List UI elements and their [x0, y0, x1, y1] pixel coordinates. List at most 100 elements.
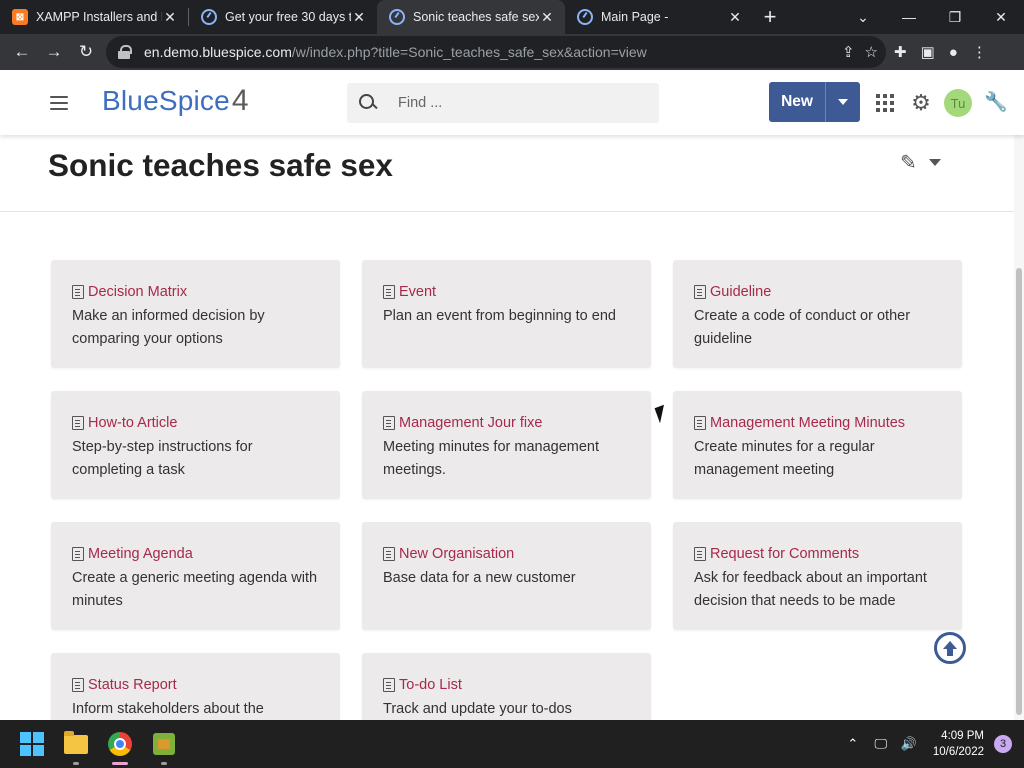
page-scrollbar[interactable] — [1014, 135, 1024, 720]
edit-menu-caret-icon[interactable] — [928, 159, 941, 166]
notification-badge[interactable]: 3 — [994, 735, 1012, 753]
document-icon — [383, 547, 395, 561]
card-title-link[interactable]: Decision Matrix — [88, 283, 187, 301]
bluespice-logo[interactable]: BlueSpice4 — [102, 84, 249, 118]
side-panel-icon[interactable]: ▣ — [921, 43, 935, 61]
card-title-link[interactable]: Guideline — [710, 283, 771, 301]
browser-tab-free-trial[interactable]: Get your free 30 days t ✕ — [189, 0, 377, 34]
windows-taskbar: ⌃ 🖵 🔊 4:09 PM 10/6/2022 3 — [0, 720, 1024, 768]
card-description: Track and update your to-dos — [383, 701, 572, 717]
clock-date: 10/6/2022 — [932, 746, 984, 758]
logo-text: BlueSpice — [102, 85, 230, 116]
tab-title: Sonic teaches safe sex — [413, 10, 539, 24]
card-title-link[interactable]: Request for Comments — [710, 545, 859, 563]
card-title-link[interactable]: Management Jour fixe — [399, 414, 542, 432]
gear-icon[interactable]: ⚙ — [910, 92, 932, 114]
volume-icon[interactable]: 🔊 — [897, 736, 921, 752]
address-url[interactable]: en.demo.bluespice.com/w/index.php?title=… — [144, 44, 647, 60]
url-path: /w/index.php?title=Sonic_teaches_safe_se… — [291, 44, 647, 60]
template-card[interactable]: To-do List Track and update your to-dos — [362, 653, 651, 720]
edit-pencil-icon[interactable]: ✎ — [900, 150, 917, 175]
template-card[interactable]: Meeting Agenda Create a generic meeting … — [51, 522, 340, 630]
document-icon — [694, 416, 706, 430]
template-card[interactable]: Request for Comments Ask for feedback ab… — [673, 522, 962, 630]
close-icon[interactable]: ✕ — [162, 9, 178, 26]
document-icon — [72, 547, 84, 561]
address-bar[interactable]: en.demo.bluespice.com/w/index.php?title=… — [106, 36, 886, 68]
card-title-link[interactable]: New Organisation — [399, 545, 514, 563]
hamburger-menu-icon[interactable] — [50, 96, 68, 110]
close-icon[interactable]: ✕ — [727, 9, 743, 26]
back-to-top-arrow-icon[interactable] — [934, 632, 966, 664]
browser-tab-sonic[interactable]: Sonic teaches safe sex ✕ — [377, 0, 565, 34]
document-icon — [694, 547, 706, 561]
network-icon[interactable]: 🖵 — [869, 736, 893, 752]
card-title-link[interactable]: Status Report — [88, 676, 177, 694]
reload-icon[interactable]: ↻ — [70, 36, 102, 68]
template-card[interactable]: Guideline Create a code of conduct or ot… — [673, 260, 962, 368]
template-card[interactable]: Status Report Inform stakeholders about … — [51, 653, 340, 720]
app-header: BlueSpice4 New ⚙ Tu 🔧 — [0, 70, 1024, 135]
card-title-link[interactable]: How-to Article — [88, 414, 177, 432]
document-icon — [72, 678, 84, 692]
browser-menu-icon[interactable]: ⋮ — [972, 43, 987, 61]
template-card[interactable]: Management Jour fixe Meeting minutes for… — [362, 391, 651, 499]
active-indicator — [112, 762, 128, 765]
card-description: Step-by-step instructions for completing… — [72, 439, 253, 478]
back-arrow-icon[interactable]: ← — [6, 36, 38, 68]
close-icon[interactable]: ✕ — [539, 9, 555, 26]
xampp-control-icon[interactable] — [142, 720, 186, 768]
browser-toolbar: ← → ↻ en.demo.bluespice.com/w/index.php?… — [0, 34, 1024, 70]
running-indicator — [73, 762, 79, 765]
taskbar-clock[interactable]: 4:09 PM 10/6/2022 — [933, 728, 984, 760]
bookmark-star-icon[interactable]: ☆ — [865, 43, 878, 61]
card-title-link[interactable]: Event — [399, 283, 436, 301]
template-card[interactable]: Decision Matrix Make an informed decisio… — [51, 260, 340, 368]
bluespice-icon — [201, 9, 217, 25]
restore-icon[interactable]: ❐ — [932, 0, 978, 34]
wrench-icon[interactable]: 🔧 — [984, 92, 1008, 114]
profile-icon[interactable]: ● — [949, 44, 958, 61]
windows-start-icon[interactable] — [10, 720, 54, 768]
template-card[interactable]: Management Meeting Minutes Create minute… — [673, 391, 962, 499]
bluespice-icon — [577, 9, 593, 25]
minimize-icon[interactable]: — — [886, 0, 932, 34]
card-description: Ask for feedback about an important deci… — [694, 570, 927, 609]
template-card[interactable]: How-to Article Step-by-step instructions… — [51, 391, 340, 499]
tab-search-chevron-icon[interactable]: ⌄ — [840, 0, 886, 34]
new-dropdown-caret-icon[interactable] — [826, 82, 860, 122]
title-divider — [0, 211, 1014, 212]
running-indicator — [161, 762, 167, 765]
share-icon[interactable]: ⇪ — [842, 43, 855, 61]
lock-icon[interactable] — [118, 45, 132, 59]
new-tab-button[interactable]: + — [753, 0, 787, 34]
card-description: Create a generic meeting agenda with min… — [72, 570, 318, 609]
browser-tab-main-page[interactable]: Main Page - ✕ — [565, 0, 753, 34]
forward-arrow-icon[interactable]: → — [38, 36, 70, 68]
file-explorer-icon[interactable] — [54, 720, 98, 768]
window-close-icon[interactable]: ✕ — [978, 0, 1024, 34]
card-title-link[interactable]: Meeting Agenda — [88, 545, 193, 563]
search-icon[interactable] — [359, 94, 377, 112]
card-title-link[interactable]: To-do List — [399, 676, 462, 694]
template-card[interactable]: Event Plan an event from beginning to en… — [362, 260, 651, 368]
search-box[interactable] — [347, 83, 659, 123]
template-card[interactable]: New Organisation Base data for a new cus… — [362, 522, 651, 630]
new-button[interactable]: New — [769, 82, 826, 122]
card-title-link[interactable]: Management Meeting Minutes — [710, 414, 905, 432]
card-description: Create a code of conduct or other guidel… — [694, 308, 911, 347]
new-button-group: New — [769, 82, 860, 122]
browser-tab-xampp[interactable]: ⊠ XAMPP Installers and D ✕ — [0, 0, 188, 34]
scrollbar-thumb[interactable] — [1016, 268, 1022, 715]
document-icon — [72, 285, 84, 299]
chrome-icon[interactable] — [98, 720, 142, 768]
card-description: Base data for a new customer — [383, 570, 576, 586]
chevron-up-icon[interactable]: ⌃ — [841, 736, 865, 752]
extensions-puzzle-icon[interactable]: ✚ — [894, 43, 907, 61]
user-avatar[interactable]: Tu — [944, 89, 972, 117]
card-description: Inform stakeholders about the — [72, 701, 264, 717]
apps-grid-icon[interactable] — [876, 94, 894, 112]
document-icon — [72, 416, 84, 430]
close-icon[interactable]: ✕ — [351, 9, 367, 26]
search-input[interactable] — [398, 95, 638, 111]
